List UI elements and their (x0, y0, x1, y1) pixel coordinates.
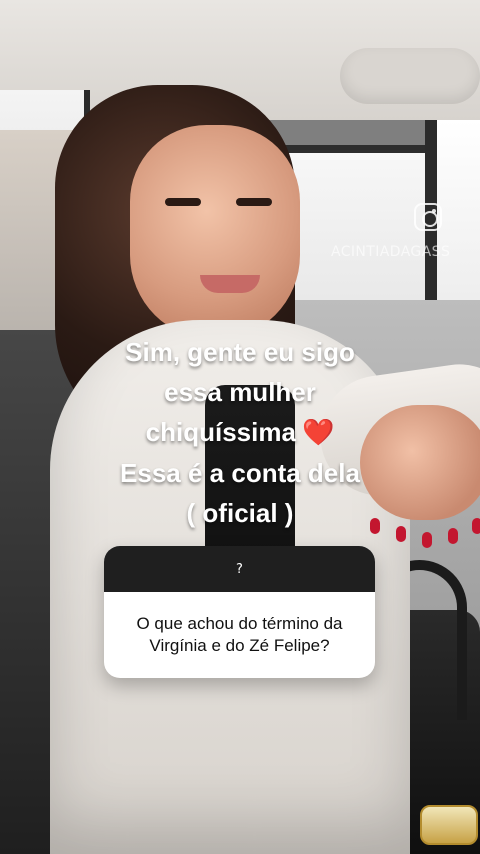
nail (422, 532, 432, 548)
caption-line-2: essa mulher (164, 377, 316, 407)
nail (472, 518, 480, 534)
story-viewer: ACINTIADAGASS Sim, gente eu sigo essa mu… (0, 0, 480, 854)
eye-right (236, 198, 272, 206)
mouth (200, 275, 260, 293)
caption-line-1: Sim, gente eu sigo (125, 337, 355, 367)
instagram-icon (414, 203, 442, 231)
caption-line-4: Essa é a conta dela (120, 458, 360, 488)
caption-line-5: ( oficial ) (186, 498, 294, 528)
caption-line-3: chiquíssima ❤️ (70, 412, 410, 453)
heart-emoji-icon: ❤️ (301, 418, 335, 448)
question-sticker[interactable]: ? O que achou do término da Virgínia e d… (104, 546, 375, 678)
watermark-handle: ACINTIADAGASS (331, 244, 451, 260)
nail (448, 528, 458, 544)
caption-line-3-text: chiquíssima (145, 417, 296, 447)
question-sticker-header: ? (104, 546, 375, 592)
face (130, 125, 300, 340)
eye-left (165, 198, 201, 206)
question-sticker-text: O que achou do término da Virgínia e do … (136, 614, 343, 655)
story-caption: Sim, gente eu sigo essa mulher chiquíssi… (70, 332, 410, 533)
